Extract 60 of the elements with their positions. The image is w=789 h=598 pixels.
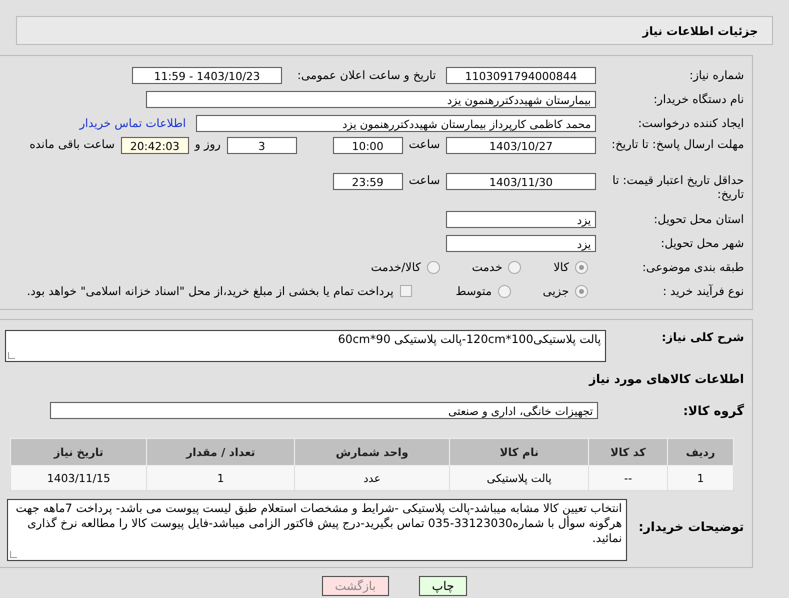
radio-label: کالا/خدمت (370, 260, 421, 274)
days-label: روز و (194, 137, 221, 151)
buyer-contact-link[interactable]: اطلاعات تماس خریدار (79, 116, 186, 130)
field-label: توضیحات خریدار: (637, 519, 744, 534)
action-button[interactable]: چاپ (418, 576, 468, 596)
deadline-time-field: 10:00 (332, 137, 403, 154)
table-cell: 1403/11/15 (10, 466, 147, 490)
section-heading: اطلاعات کالاهای مورد نیاز (588, 372, 744, 386)
buyer-notes-textarea[interactable]: انتخاب تعیین کالا مشابه میباشد-پالت پلاستیکی -شرایط و مشخصات استعلام طبق لیست پیوست می باشد- پرداخت 7ماهه جهت هرگونه سوأل با شماره33123030-035 تماس بگیرید-درج پیش فاکتور الزامی میباشد-فایل پیوست کالا را مطالعه نرخ گذاری نمائید. (7, 499, 627, 561)
table-cell: -- (588, 466, 668, 490)
validity-date-field: 1403/11/30 (446, 173, 596, 190)
radio-button[interactable] (498, 284, 511, 298)
column-header: واحد شمارش (294, 438, 450, 466)
radio-button[interactable] (508, 260, 522, 274)
field-label: استان محل تحویل: (652, 212, 744, 226)
announce-date-field: 1403/10/23 - 11:59 (132, 66, 282, 84)
goods-group-field: تجهیزات خانگی، اداری و صنعتی (50, 402, 598, 418)
table-cell: پالت پلاستیکی (450, 466, 589, 490)
time-label: ساعت (408, 173, 440, 187)
field-label: شماره نیاز: (688, 68, 744, 82)
radio-label: جزیی (542, 284, 569, 298)
column-header: تاریخ نیاز (10, 438, 147, 466)
remaining-time-field: 20:42:03 (120, 137, 189, 154)
column-header: ردیف (667, 438, 734, 466)
table-cell: 1 (146, 466, 295, 490)
header-title: جزئیات اطلاعات نیاز (642, 24, 758, 38)
radio-label: کالا (553, 260, 569, 274)
field-label: حداقل تاریخ اعتبار قیمت: تا تاریخ: (611, 173, 744, 201)
radio-label: خدمت (472, 260, 502, 274)
description-textarea[interactable]: پالت پلاستیکی100*120cm-پالت پلاستیکی 90*60cm (5, 330, 606, 362)
field-label: ایجاد کننده درخواست: (637, 116, 744, 130)
table-cell: 1 (667, 466, 734, 490)
remaining-label: ساعت باقی مانده (30, 137, 115, 151)
radio-label: متوسط (456, 284, 492, 298)
checkbox[interactable] (400, 285, 412, 297)
field-label: طبقه بندی موضوعی: (641, 260, 744, 274)
field-label: مهلت ارسال پاسخ: تا تاریخ: (610, 137, 744, 151)
field-label: شرح کلی نیاز: (660, 330, 744, 344)
creator-field: محمد کاظمی کارپرداز بیمارستان شهیددکتررهنمون یزد (196, 114, 596, 132)
table-cell: عدد (294, 466, 450, 490)
province-field: یزد (446, 210, 596, 228)
time-label: ساعت (408, 137, 440, 151)
radio-button[interactable] (575, 284, 588, 298)
checkbox-label: پرداخت تمام یا بخشی از مبلغ خرید،از محل "اسناد خزانه اسلامی" خواهد بود. (26, 284, 394, 298)
column-header: کد کالا (588, 438, 668, 466)
validity-time-field: 23:59 (332, 173, 403, 190)
city-field: یزد (446, 234, 596, 252)
field-label: نام دستگاه خریدار: (652, 92, 744, 106)
field-label: شهر محل تحویل: (660, 236, 744, 250)
field-label: نوع فرآیند خرید : (662, 284, 744, 298)
radio-button[interactable] (426, 260, 440, 274)
buyer-org-field: بیمارستان شهیددکتررهنمون یزد (146, 90, 596, 108)
column-header: نام کالا (450, 438, 589, 466)
field-label: تاریخ و ساعت اعلان عمومی: (296, 68, 436, 82)
days-field: 3 (226, 137, 297, 154)
field-label: گروه کالا: (682, 402, 744, 418)
radio-button[interactable] (575, 260, 588, 274)
deadline-date-field: 1403/10/27 (446, 137, 596, 154)
need-number-field: 1103091794000844 (446, 66, 596, 84)
column-header: تعداد / مقدار (146, 438, 295, 466)
